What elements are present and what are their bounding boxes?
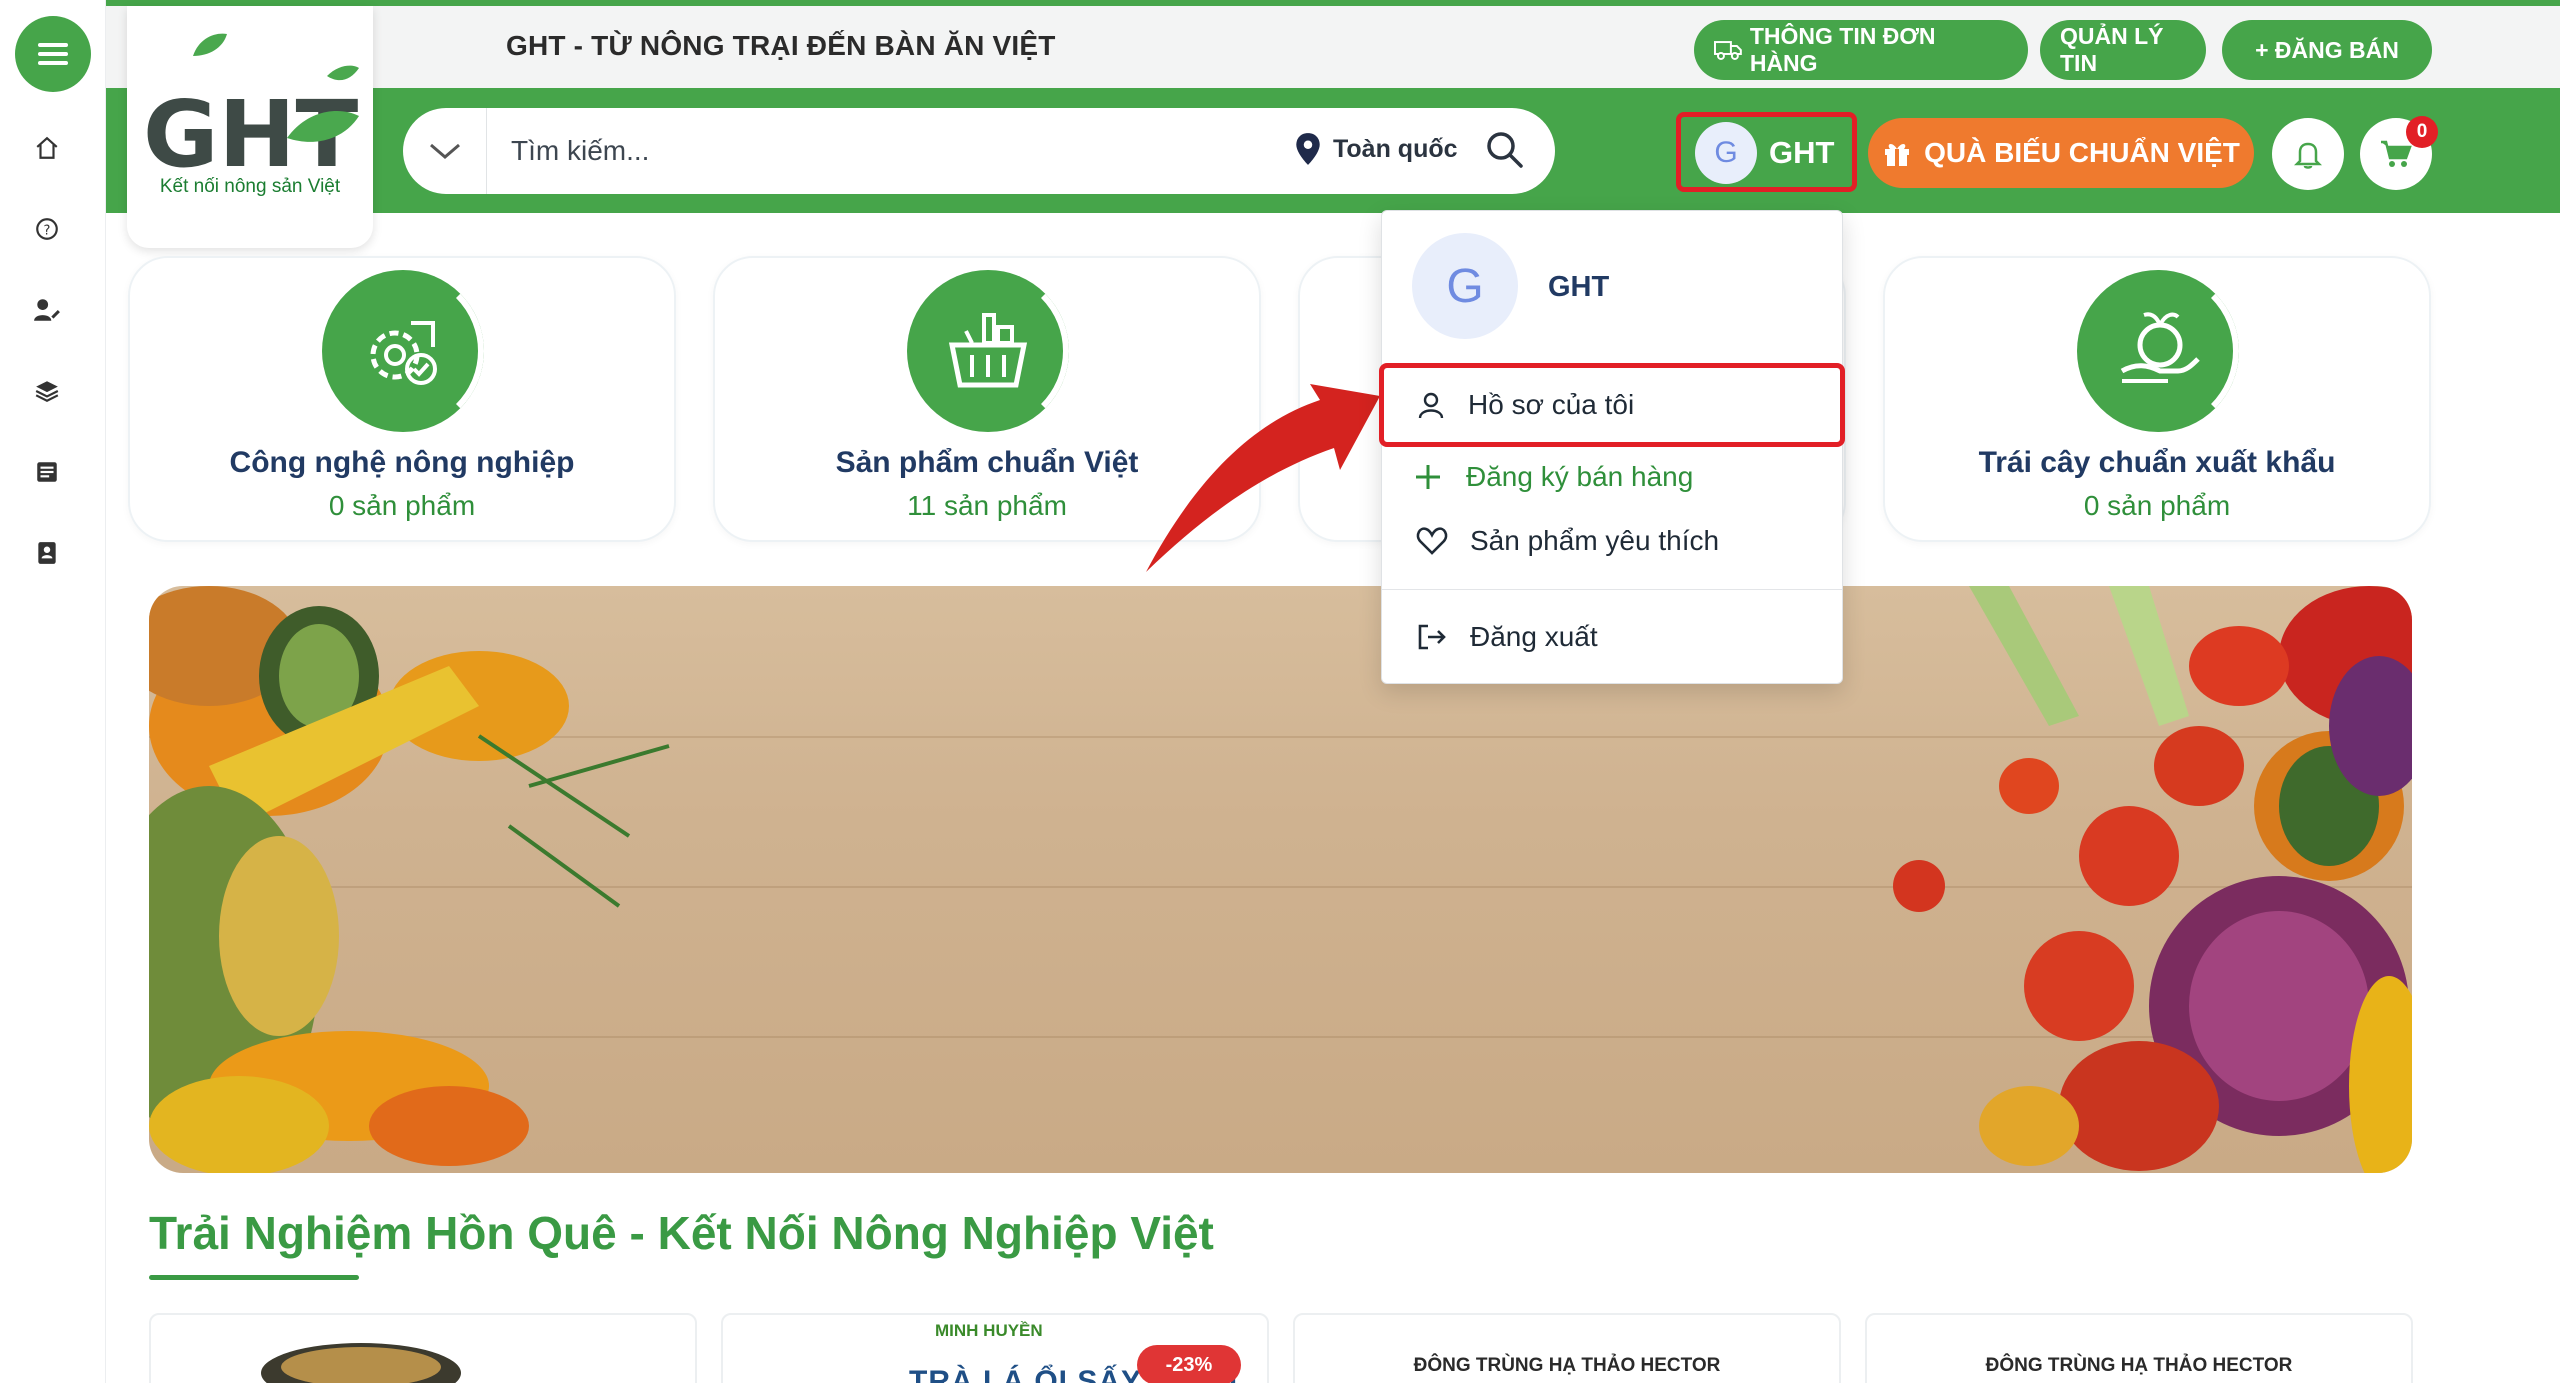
product-card[interactable]: ĐÔNG TRÙNG HẠ THẢO HECTOR bbox=[1865, 1313, 2413, 1383]
category-title: Sản phẩm chuẩn Việt bbox=[835, 446, 1139, 479]
category-title: Trái cây chuẩn xuất khẩu bbox=[1978, 446, 2336, 479]
user-dropdown-menu: G GHT Hồ sơ của tôi Đăng ký bán hàng Sản… bbox=[1379, 210, 1845, 684]
product-brand: MINH HUYỀN bbox=[935, 1321, 1043, 1340]
product-card[interactable]: MINH HUYỀN TRÀ LÁ ỔI SẤY LẠNH -23% bbox=[721, 1313, 1269, 1383]
location-label: Toàn quốc bbox=[1333, 134, 1458, 163]
dropdown-user-name: GHT bbox=[1548, 271, 1610, 303]
search-icon[interactable] bbox=[1485, 130, 1525, 175]
post-sale-button[interactable]: + ĐĂNG BÁN bbox=[2222, 20, 2432, 80]
search-input[interactable]: Tìm kiếm... bbox=[511, 135, 649, 167]
category-card-agritech[interactable]: Công nghệ nông nghiệp 0 sản phẩm bbox=[128, 256, 676, 542]
cart-count-badge: 0 bbox=[2406, 116, 2438, 148]
menu-item-label: Đăng ký bán hàng bbox=[1466, 461, 1694, 492]
section-title: Trải Nghiệm Hồn Quê - Kết Nối Nông Nghiệ… bbox=[149, 1207, 1214, 1259]
layers-icon[interactable] bbox=[31, 375, 63, 407]
category-count: 0 sản phẩm bbox=[2083, 490, 2231, 521]
menu-divider bbox=[1382, 589, 1842, 590]
heart-icon bbox=[1416, 527, 1448, 555]
cart-icon bbox=[2381, 140, 2412, 167]
section-underline bbox=[149, 1275, 359, 1280]
product-image bbox=[261, 1343, 461, 1383]
manage-posts-label: QUẢN LÝ TIN bbox=[2060, 23, 2164, 76]
left-rail: ? bbox=[0, 0, 106, 1383]
menu-item-logout[interactable]: Đăng xuất bbox=[1382, 605, 1842, 669]
gift-button-label: QUÀ BIẾU CHUẨN VIỆT bbox=[1924, 137, 2240, 168]
highlight-box bbox=[1379, 363, 1845, 447]
user-name: GHT bbox=[1769, 135, 1835, 170]
menu-icon[interactable] bbox=[15, 16, 91, 92]
category-title: Công nghệ nông nghiệp bbox=[229, 446, 575, 479]
site-slogan: GHT - TỪ NÔNG TRẠI ĐẾN BÀN ĂN VIỆT bbox=[506, 30, 1056, 61]
location-pin-icon bbox=[1296, 133, 1320, 165]
location-selector[interactable]: Toàn quốc bbox=[1295, 132, 1458, 166]
plus-icon bbox=[1416, 465, 1440, 489]
ght-logo: GHT bbox=[143, 33, 359, 188]
search-bar[interactable]: Tìm kiếm... Toàn quốc bbox=[403, 108, 1555, 194]
vegetables-image bbox=[149, 586, 2412, 1173]
category-card-export-fruit[interactable]: Trái cây chuẩn xuất khẩu 0 sản phẩm bbox=[1883, 256, 2431, 542]
order-info-label: THÔNG TIN ĐƠN HÀNG bbox=[1749, 23, 1936, 76]
notification-button[interactable] bbox=[2272, 118, 2344, 190]
product-name: ĐÔNG TRÙNG HẠ THẢO HECTOR bbox=[1985, 1355, 2293, 1376]
basket-icon bbox=[907, 270, 1069, 432]
chevron-down-icon bbox=[429, 143, 460, 159]
logo-tagline: Kết nối nông sản Việt bbox=[159, 176, 341, 197]
help-icon[interactable]: ? bbox=[31, 213, 63, 245]
fruit-hand-icon bbox=[2077, 270, 2239, 432]
top-bar: GHT - TỪ NÔNG TRẠI ĐẾN BÀN ĂN VIỆT THÔNG… bbox=[106, 6, 2560, 88]
product-card[interactable]: ĐÔNG TRÙNG HẠ THẢO HECTOR bbox=[1293, 1313, 1841, 1383]
product-card[interactable] bbox=[149, 1313, 697, 1383]
avatar: G bbox=[1695, 122, 1757, 184]
product-name: ĐÔNG TRÙNG HẠ THẢO HECTOR bbox=[1413, 1355, 1721, 1376]
menu-item-register-seller[interactable]: Đăng ký bán hàng bbox=[1382, 445, 1842, 509]
gift-icon bbox=[1885, 144, 1910, 166]
category-card-vietnam-standard[interactable]: Sản phẩm chuẩn Việt 11 sản phẩm bbox=[713, 256, 1261, 542]
manage-posts-button[interactable]: QUẢN LÝ TIN bbox=[2040, 20, 2206, 80]
order-info-button[interactable]: THÔNG TIN ĐƠN HÀNG bbox=[1694, 20, 2028, 80]
post-sale-label: + ĐĂNG BÁN bbox=[2255, 36, 2399, 63]
menu-item-label: Đăng xuất bbox=[1470, 621, 1598, 652]
contact-book-icon[interactable] bbox=[31, 537, 63, 569]
promo-banner[interactable] bbox=[149, 586, 2412, 1173]
user-edit-icon[interactable] bbox=[31, 294, 63, 326]
truck-icon bbox=[1714, 41, 1742, 60]
logo-card[interactable]: GHT Kết nối nông sản Việt bbox=[127, 6, 373, 248]
bell-icon bbox=[2294, 142, 2322, 169]
user-account-button[interactable]: G GHT bbox=[1676, 112, 1857, 192]
discount-badge: -23% bbox=[1137, 1345, 1241, 1383]
menu-item-favorites[interactable]: Sản phẩm yêu thích bbox=[1382, 509, 1842, 573]
logout-icon bbox=[1418, 624, 1446, 650]
category-dropdown[interactable] bbox=[403, 108, 487, 194]
svg-text:?: ? bbox=[44, 223, 51, 238]
dropdown-avatar: G bbox=[1412, 233, 1518, 339]
news-icon[interactable] bbox=[31, 456, 63, 488]
gear-check-icon bbox=[322, 270, 484, 432]
category-count: 0 sản phẩm bbox=[328, 490, 476, 521]
category-count: 11 sản phẩm bbox=[907, 490, 1067, 521]
gift-button[interactable]: QUÀ BIẾU CHUẨN VIỆT bbox=[1868, 118, 2254, 188]
menu-item-label: Sản phẩm yêu thích bbox=[1470, 525, 1720, 556]
home-icon[interactable] bbox=[31, 132, 63, 164]
